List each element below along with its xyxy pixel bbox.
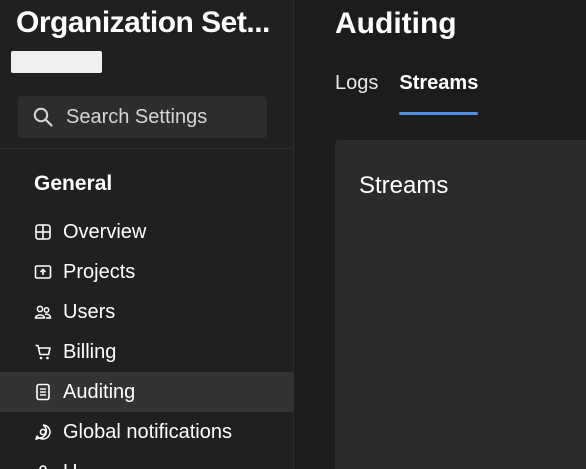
streams-panel: Streams bbox=[335, 140, 586, 469]
panel-title: Streams bbox=[359, 172, 449, 199]
sidebar-item-auditing[interactable]: Auditing bbox=[0, 372, 294, 412]
sidebar-item-label: Projects bbox=[63, 260, 136, 283]
projects-icon bbox=[34, 265, 52, 279]
search-placeholder: Search Settings bbox=[66, 105, 208, 128]
users-icon bbox=[34, 305, 52, 319]
sidebar: Organization Set... Search Settings Gene… bbox=[0, 0, 294, 469]
sidebar-item-global-notifications[interactable]: Global notifications bbox=[0, 412, 294, 452]
sidebar-item-partial[interactable]: U... bbox=[0, 452, 294, 469]
user-icon bbox=[39, 465, 47, 469]
overview-icon bbox=[35, 224, 51, 240]
sidebar-item-users[interactable]: Users bbox=[0, 292, 294, 332]
sidebar-item-label: Global notifications bbox=[63, 420, 232, 443]
section-heading-general: General bbox=[34, 172, 113, 195]
sidebar-item-label: Billing bbox=[63, 340, 117, 363]
redacted-organization-name bbox=[11, 51, 102, 73]
page-title: Auditing bbox=[335, 7, 457, 40]
organization-title: Organization Set... bbox=[16, 6, 270, 39]
tab-bar: Logs Streams bbox=[335, 72, 499, 115]
cart-icon bbox=[35, 344, 51, 360]
settings-nav: Overview Projects Users Billing Auditing… bbox=[0, 212, 294, 469]
search-icon bbox=[33, 107, 53, 127]
sidebar-item-label: Auditing bbox=[63, 380, 136, 403]
auditing-icon bbox=[36, 383, 50, 401]
tab-streams[interactable]: Streams bbox=[399, 72, 478, 115]
tab-logs[interactable]: Logs bbox=[335, 72, 378, 115]
sidebar-item-projects[interactable]: Projects bbox=[0, 252, 294, 292]
notifications-icon bbox=[35, 424, 51, 440]
sidebar-item-overview[interactable]: Overview bbox=[0, 212, 294, 252]
sidebar-divider bbox=[0, 148, 294, 149]
sidebar-item-label: Users bbox=[63, 300, 116, 323]
search-settings-input[interactable]: Search Settings bbox=[18, 96, 267, 138]
main-content: Auditing Logs Streams Streams bbox=[295, 0, 586, 469]
sidebar-item-label: Overview bbox=[63, 220, 147, 243]
sidebar-item-billing[interactable]: Billing bbox=[0, 332, 294, 372]
sidebar-item-label: U... bbox=[63, 461, 94, 469]
